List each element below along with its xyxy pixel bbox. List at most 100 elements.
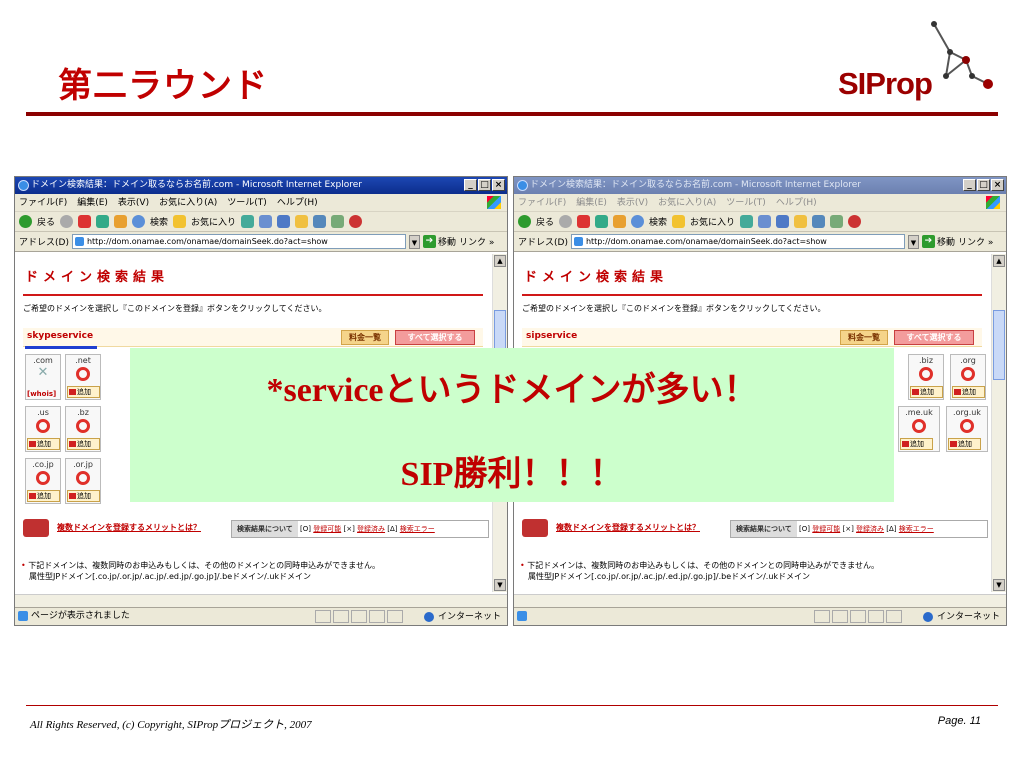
title-bar[interactable]: ドメイン検索結果：ドメイン取るならお名前.com - Microsoft Int… [514, 177, 1006, 194]
search-label[interactable]: 検索 [649, 215, 667, 228]
go-button[interactable]: ➔ 移動 [921, 235, 955, 248]
menu-view[interactable]: 表示(V) [118, 194, 149, 211]
address-dropdown-icon[interactable]: ▼ [408, 234, 420, 249]
legend-taken[interactable]: 登録済み [856, 525, 884, 533]
menu-edit[interactable]: 編集(E) [77, 194, 108, 211]
legend-ok[interactable]: 登録可能 [812, 525, 840, 533]
favorites-label[interactable]: お気に入り [191, 215, 236, 228]
edit-icon[interactable] [812, 215, 826, 228]
maximize-button[interactable]: □ [977, 179, 990, 191]
scroll-thumb[interactable] [993, 310, 1005, 380]
tld-cell-co-jp[interactable]: .co.jp 追加 [25, 458, 61, 504]
search-icon[interactable] [631, 215, 645, 228]
add-button[interactable]: 追加 [27, 438, 60, 450]
menu-edit[interactable]: 編集(E) [576, 194, 607, 211]
favorites-label[interactable]: お気に入り [690, 215, 735, 228]
menu-help[interactable]: ヘルプ(H) [277, 194, 318, 211]
horizontal-scrollbar[interactable] [15, 594, 507, 607]
maximize-button[interactable]: □ [478, 179, 491, 191]
menu-view[interactable]: 表示(V) [617, 194, 648, 211]
tld-cell-com[interactable]: .com ✕ [whois] [25, 354, 61, 400]
stop-icon[interactable] [78, 215, 92, 228]
whois-link[interactable]: [whois] [27, 390, 56, 398]
tld-cell-bz[interactable]: .bz 追加 [65, 406, 101, 452]
add-button[interactable]: 追加 [67, 438, 100, 450]
menu-help[interactable]: ヘルプ(H) [776, 194, 817, 211]
merit-link[interactable]: 複数ドメインを登録するメリットとは？ [556, 522, 700, 533]
messenger-icon[interactable] [848, 215, 862, 228]
add-button[interactable]: 追加 [27, 490, 60, 502]
scroll-down-icon[interactable]: ▼ [494, 579, 506, 591]
vertical-scrollbar[interactable]: ▲ ▼ [991, 254, 1006, 592]
menu-file[interactable]: ファイル(F) [518, 194, 566, 211]
legend-ok[interactable]: 登録可能 [313, 525, 341, 533]
favorites-star-icon[interactable] [672, 215, 686, 228]
legend-error[interactable]: 検索エラー [899, 525, 934, 533]
select-all-button[interactable]: すべて選択する [395, 330, 475, 345]
media-icon[interactable] [241, 215, 255, 228]
home-icon[interactable] [613, 215, 627, 228]
tld-cell-net[interactable]: .net 追加 [65, 354, 101, 400]
refresh-icon[interactable] [595, 215, 609, 228]
tld-cell-org[interactable]: .org 追加 [950, 354, 986, 400]
scroll-up-icon[interactable]: ▲ [494, 255, 506, 267]
add-button[interactable]: 追加 [67, 386, 100, 398]
menu-favorites[interactable]: お気に入り(A) [159, 194, 217, 211]
links-label[interactable]: リンク » [459, 235, 494, 248]
search-icon[interactable] [132, 215, 146, 228]
add-button[interactable]: 追加 [67, 490, 100, 502]
merit-link[interactable]: 複数ドメインを登録するメリットとは？ [57, 522, 201, 533]
minimize-button[interactable]: _ [464, 179, 477, 191]
address-dropdown-icon[interactable]: ▼ [907, 234, 919, 249]
back-label[interactable]: 戻る [37, 215, 55, 228]
menu-file[interactable]: ファイル(F) [19, 194, 67, 211]
legend-taken[interactable]: 登録済み [357, 525, 385, 533]
close-button[interactable]: × [991, 179, 1004, 191]
stop-icon[interactable] [577, 215, 591, 228]
menu-tools[interactable]: ツール(T) [227, 194, 267, 211]
scroll-down-icon[interactable]: ▼ [993, 579, 1005, 591]
search-label[interactable]: 検索 [150, 215, 168, 228]
media-icon[interactable] [740, 215, 754, 228]
go-button[interactable]: ➔ 移動 [422, 235, 456, 248]
add-button[interactable]: 追加 [952, 386, 985, 398]
print-icon[interactable] [295, 215, 309, 228]
discuss-icon[interactable] [830, 215, 844, 228]
back-arrow-icon[interactable] [19, 215, 32, 228]
tld-cell-biz[interactable]: .biz 追加 [908, 354, 944, 400]
scroll-up-icon[interactable]: ▲ [993, 255, 1005, 267]
title-bar[interactable]: ドメイン検索結果：ドメイン取るならお名前.com - Microsoft Int… [15, 177, 507, 194]
edit-icon[interactable] [313, 215, 327, 228]
links-label[interactable]: リンク » [958, 235, 993, 248]
address-input[interactable]: http://dom.onamae.com/onamae/domainSeek.… [570, 234, 905, 249]
minimize-button[interactable]: _ [963, 179, 976, 191]
mail-icon[interactable] [776, 215, 790, 228]
tld-cell-us[interactable]: .us 追加 [25, 406, 61, 452]
price-list-button[interactable]: 料金一覧 [341, 330, 389, 345]
print-icon[interactable] [794, 215, 808, 228]
close-button[interactable]: × [492, 179, 505, 191]
back-arrow-icon[interactable] [518, 215, 531, 228]
menu-tools[interactable]: ツール(T) [726, 194, 766, 211]
refresh-icon[interactable] [96, 215, 110, 228]
address-input[interactable]: http://dom.onamae.com/onamae/domainSeek.… [71, 234, 406, 249]
history-icon[interactable] [758, 215, 772, 228]
select-all-button[interactable]: すべて選択する [894, 330, 974, 345]
messenger-icon[interactable] [349, 215, 363, 228]
history-icon[interactable] [259, 215, 273, 228]
back-label[interactable]: 戻る [536, 215, 554, 228]
home-icon[interactable] [114, 215, 128, 228]
add-button[interactable]: 追加 [900, 438, 933, 450]
mail-icon[interactable] [277, 215, 291, 228]
discuss-icon[interactable] [331, 215, 345, 228]
menu-favorites[interactable]: お気に入り(A) [658, 194, 716, 211]
tld-cell-or-jp[interactable]: .or.jp 追加 [65, 458, 101, 504]
favorites-star-icon[interactable] [173, 215, 187, 228]
forward-arrow-icon[interactable] [559, 215, 573, 228]
forward-arrow-icon[interactable] [60, 215, 74, 228]
add-button[interactable]: 追加 [948, 438, 981, 450]
tld-cell-me-uk[interactable]: .me.uk 追加 [898, 406, 940, 452]
add-button[interactable]: 追加 [910, 386, 943, 398]
horizontal-scrollbar[interactable] [514, 594, 1006, 607]
legend-error[interactable]: 検索エラー [400, 525, 435, 533]
